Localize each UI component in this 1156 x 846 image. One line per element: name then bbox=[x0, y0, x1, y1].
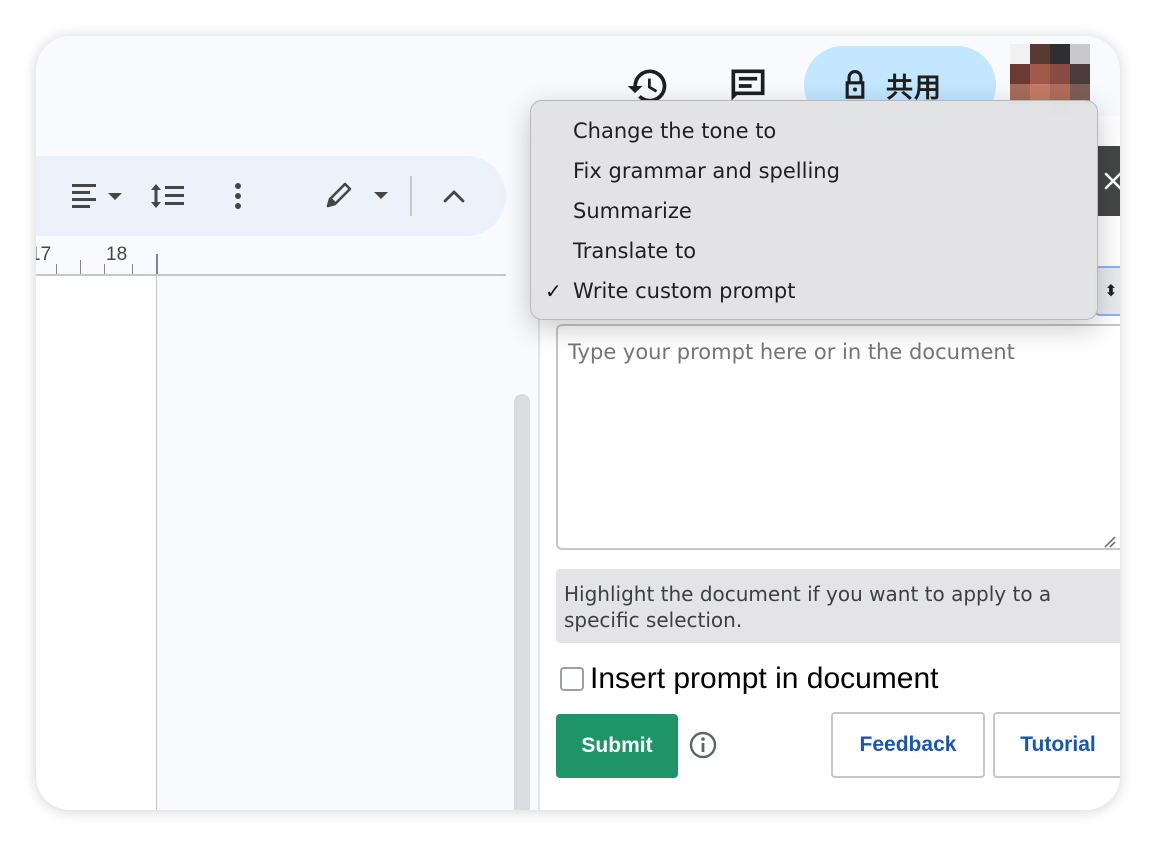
ruler-number: 18 bbox=[106, 244, 128, 265]
menu-item-fix-grammar[interactable]: Fix grammar and spelling bbox=[573, 159, 840, 183]
toolbar-divider bbox=[410, 176, 412, 216]
editing-mode-dropdown[interactable] bbox=[322, 156, 402, 236]
line-spacing-icon bbox=[151, 184, 184, 208]
ruler-tick bbox=[56, 264, 57, 274]
selection-hint: Highlight the document if you want to ap… bbox=[556, 569, 1120, 643]
insert-prompt-row[interactable]: Insert prompt in document bbox=[560, 662, 939, 696]
insert-prompt-checkbox[interactable] bbox=[560, 667, 584, 691]
resize-handle-icon[interactable] bbox=[1102, 534, 1116, 548]
formatting-toolbar bbox=[36, 156, 506, 236]
lock-icon bbox=[845, 70, 865, 99]
feedback-button[interactable]: Feedback bbox=[831, 712, 985, 778]
ruler-margin-marker[interactable] bbox=[156, 254, 158, 274]
submit-button[interactable]: Submit bbox=[556, 714, 678, 778]
line-spacing-button[interactable] bbox=[146, 156, 190, 236]
checkmark-icon: ✓ bbox=[545, 281, 562, 303]
ruler-number: 17 bbox=[36, 244, 52, 265]
chevron-up-icon bbox=[443, 190, 465, 203]
ruler[interactable]: 17 18 bbox=[36, 236, 506, 276]
align-dropdown[interactable] bbox=[68, 156, 128, 236]
share-label: 共用 bbox=[886, 72, 942, 103]
menu-item-summarize[interactable]: Summarize bbox=[573, 199, 692, 223]
document-scrollbar[interactable] bbox=[514, 394, 530, 810]
more-vert-icon bbox=[235, 183, 241, 209]
prompt-input[interactable] bbox=[556, 324, 1120, 550]
close-panel-button[interactable] bbox=[1098, 146, 1120, 216]
ruler-tick bbox=[80, 260, 81, 274]
align-left-icon bbox=[72, 184, 122, 208]
pencil-icon bbox=[326, 182, 388, 208]
menu-item-translate[interactable]: Translate to bbox=[573, 239, 696, 263]
ruler-tick bbox=[132, 264, 133, 274]
info-icon[interactable] bbox=[688, 730, 718, 760]
ruler-tick bbox=[104, 264, 105, 274]
collapse-toolbar-button[interactable] bbox=[424, 156, 484, 236]
prompt-type-menu: Change the tone to Fix grammar and spell… bbox=[530, 100, 1098, 320]
close-icon bbox=[1104, 172, 1120, 190]
more-options-button[interactable] bbox=[218, 156, 258, 236]
menu-item-change-tone[interactable]: Change the tone to bbox=[573, 119, 776, 143]
document-page[interactable] bbox=[36, 276, 157, 810]
menu-item-custom-prompt[interactable]: Write custom prompt bbox=[573, 279, 796, 303]
app-window: 共用 7 18 ⬍ Type your prompt here or in th… bbox=[36, 36, 1120, 810]
insert-prompt-label[interactable]: Insert prompt in document bbox=[590, 662, 939, 696]
select-arrows-icon: ⬍ bbox=[1104, 283, 1118, 300]
tutorial-button[interactable]: Tutorial bbox=[993, 712, 1120, 778]
